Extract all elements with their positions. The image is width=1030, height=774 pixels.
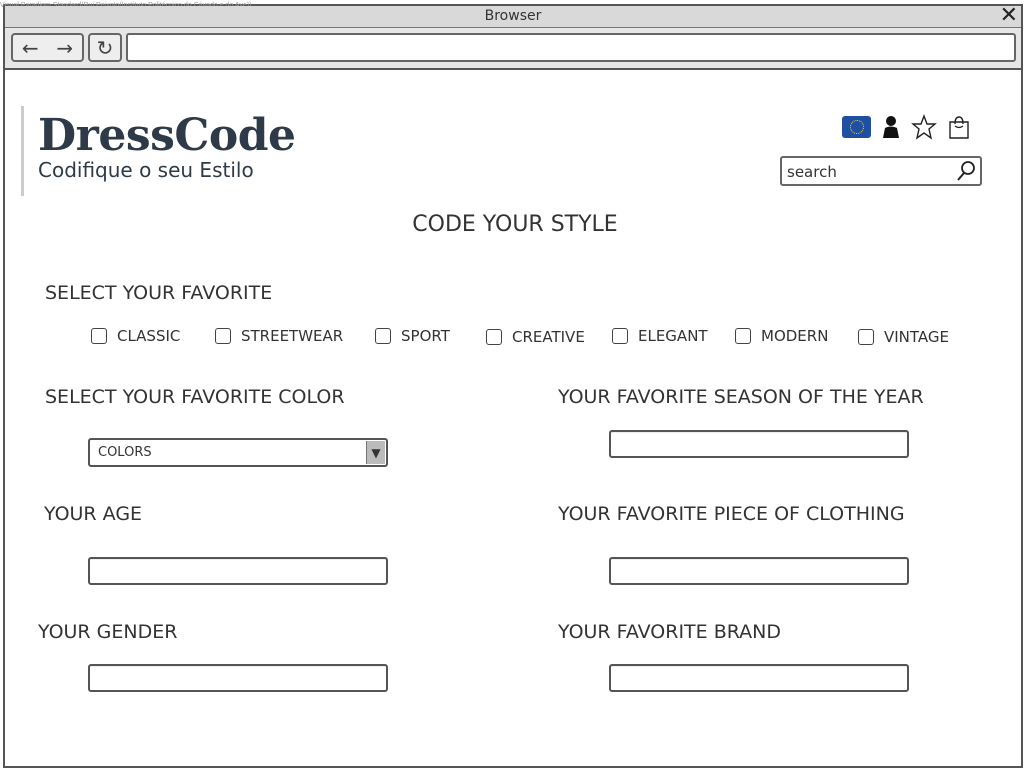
checkbox-box[interactable] — [375, 328, 391, 344]
season-field[interactable] — [609, 430, 909, 458]
back-arrow-icon[interactable]: ← — [22, 36, 39, 60]
age-input[interactable] — [90, 559, 386, 583]
checkbox-vintage[interactable]: VINTAGE — [858, 328, 949, 346]
gender-input[interactable] — [90, 666, 386, 690]
brand-logo[interactable]: DressCode — [38, 110, 296, 161]
checkbox-box[interactable] — [612, 328, 628, 344]
checkbox-box[interactable] — [215, 328, 231, 344]
checkbox-modern[interactable]: MODERN — [735, 327, 828, 345]
url-bar[interactable] — [126, 33, 1016, 62]
reload-icon: ↻ — [96, 35, 114, 60]
search-input[interactable] — [787, 162, 947, 182]
header-icons — [842, 114, 971, 140]
clothing-field[interactable] — [609, 557, 909, 585]
checkbox-label: ELEGANT — [638, 327, 708, 345]
browser-toolbar: ← → ↻ — [5, 28, 1021, 70]
shopping-bag-icon[interactable] — [947, 114, 971, 140]
logo-divider — [21, 106, 24, 196]
clothing-input[interactable] — [611, 559, 907, 583]
forward-arrow-icon[interactable]: → — [56, 36, 73, 60]
checkbox-elegant[interactable]: ELEGANT — [612, 327, 708, 345]
favorite-style-label: SELECT YOUR FAVORITE — [45, 282, 273, 304]
search-box — [780, 156, 982, 186]
window-title: Browser — [484, 8, 542, 24]
checkbox-label: STREETWEAR — [241, 327, 344, 345]
age-label: YOUR AGE — [44, 503, 143, 525]
gender-field[interactable] — [88, 664, 388, 692]
user-icon[interactable] — [881, 115, 901, 139]
brand-field[interactable] — [609, 664, 909, 692]
checkbox-sport[interactable]: SPORT — [375, 327, 450, 345]
window-titlebar: Browser ✕ — [5, 4, 1021, 28]
eu-flag-icon[interactable] — [842, 116, 871, 138]
brand-input[interactable] — [611, 666, 907, 690]
dropdown-arrow-icon[interactable]: ▼ — [366, 441, 385, 464]
season-input[interactable] — [611, 432, 907, 456]
brand-label: YOUR FAVORITE BRAND — [558, 621, 782, 643]
gender-label: YOUR GENDER — [38, 621, 178, 643]
checkbox-label: SPORT — [401, 327, 450, 345]
star-icon[interactable] — [911, 114, 937, 140]
brand-tagline: Codifique o seu Estilo — [38, 158, 254, 182]
color-label: SELECT YOUR FAVORITE COLOR — [45, 386, 345, 408]
checkbox-box[interactable] — [486, 329, 502, 345]
checkbox-creative[interactable]: CREATIVE — [486, 328, 585, 346]
page-title: CODE YOUR STYLE — [412, 212, 618, 237]
color-select[interactable]: COLORS ▼ — [88, 438, 388, 467]
close-icon[interactable]: ✕ — [1000, 4, 1018, 28]
checkbox-box[interactable] — [735, 328, 751, 344]
magnifier-icon[interactable] — [955, 160, 977, 182]
checkbox-streetwear[interactable]: STREETWEAR — [215, 327, 343, 345]
checkbox-box[interactable] — [91, 328, 107, 344]
reload-button[interactable]: ↻ — [88, 33, 122, 62]
checkbox-label: CREATIVE — [512, 328, 585, 346]
age-field[interactable] — [88, 557, 388, 585]
checkbox-label: VINTAGE — [884, 328, 950, 346]
checkbox-box[interactable] — [858, 329, 874, 345]
checkbox-label: CLASSIC — [117, 327, 181, 345]
checkbox-classic[interactable]: CLASSIC — [91, 327, 180, 345]
color-select-value: COLORS — [98, 445, 152, 460]
checkbox-label: MODERN — [761, 327, 829, 345]
nav-buttons: ← → — [11, 33, 84, 62]
season-label: YOUR FAVORITE SEASON OF THE YEAR — [558, 386, 924, 408]
clothing-label: YOUR FAVORITE PIECE OF CLOTHING — [558, 503, 905, 525]
